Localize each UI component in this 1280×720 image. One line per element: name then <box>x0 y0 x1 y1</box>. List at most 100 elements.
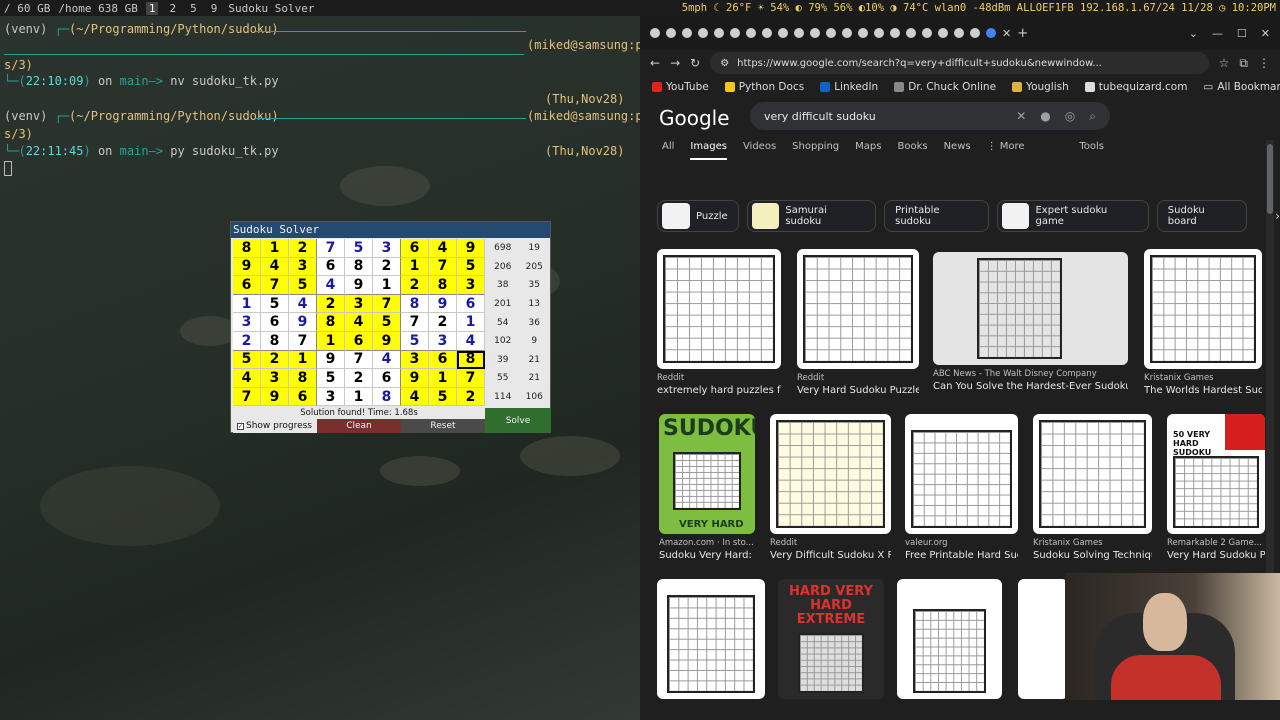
sudoku-cell[interactable]: 9 <box>373 331 401 351</box>
close-tab-icon[interactable]: ✕ <box>1002 27 1011 40</box>
result-caption[interactable]: Very Difficult Sudoku X P... <box>770 550 891 561</box>
bookmark-dr-chuck[interactable]: Dr. Chuck Online <box>894 81 996 93</box>
sudoku-cell[interactable]: 1 <box>233 294 261 314</box>
tab-icon[interactable] <box>794 28 804 38</box>
tab-search-icon[interactable]: ⌄ <box>1189 27 1198 40</box>
tab-images[interactable]: Images <box>690 141 727 160</box>
tab-icon[interactable] <box>762 28 772 38</box>
sudoku-cell[interactable]: 1 <box>345 387 373 407</box>
image-result[interactable]: Reddit Very Difficult Sudoku X P... <box>770 414 891 561</box>
image-result[interactable]: HARD VERY HARD EXTREME <box>778 579 884 699</box>
address-bar[interactable]: ⚙ https://www.google.com/search?q=very+d… <box>710 52 1209 74</box>
sudoku-cell[interactable]: 6 <box>429 350 457 370</box>
sudoku-cell[interactable]: 3 <box>233 313 261 332</box>
checkbox-check-icon[interactable]: ✓ <box>237 422 244 430</box>
sudoku-solver-window[interactable]: Sudoku Solver 81275364994368217567549128… <box>230 221 551 433</box>
minimize-icon[interactable]: — <box>1212 27 1223 40</box>
sudoku-cell[interactable]: 2 <box>429 313 457 332</box>
chip-puzzle[interactable]: Puzzle <box>657 200 739 232</box>
sudoku-cell[interactable]: 3 <box>401 350 429 370</box>
extensions-icon[interactable]: ⧉ <box>1239 56 1248 71</box>
bookmark-tubequizard[interactable]: tubequizard.com <box>1084 81 1187 93</box>
menu-icon[interactable]: ⋮ <box>1258 56 1270 70</box>
sudoku-cell[interactable]: 3 <box>261 369 289 388</box>
result-caption[interactable]: Can You Solve the Hardest-Ever Sudoku ..… <box>933 381 1128 392</box>
workspace-2[interactable]: 2 <box>166 2 179 15</box>
sudoku-cell[interactable]: 9 <box>345 276 373 295</box>
sudoku-cell[interactable]: 3 <box>289 257 317 277</box>
all-bookmarks[interactable]: ▭All Bookmarks <box>1203 81 1280 93</box>
sudoku-cell[interactable]: 2 <box>457 387 485 407</box>
sudoku-cell[interactable]: 6 <box>289 387 317 407</box>
image-result[interactable]: valeur.org Free Printable Hard Sud... <box>905 414 1018 561</box>
sudoku-cell[interactable]: 8 <box>429 276 457 295</box>
sudoku-cell[interactable]: 6 <box>345 331 373 351</box>
sudoku-cell[interactable]: 7 <box>457 369 485 388</box>
tab-maps[interactable]: Maps <box>855 141 881 160</box>
sudoku-cell[interactable]: 6 <box>457 294 485 314</box>
workspace-9[interactable]: 9 <box>208 2 221 15</box>
sudoku-cell[interactable]: 7 <box>233 387 261 407</box>
tab-all[interactable]: All <box>662 141 674 160</box>
tab-books[interactable]: Books <box>897 141 927 160</box>
sudoku-cell[interactable]: 4 <box>289 294 317 314</box>
clear-icon[interactable]: ✕ <box>1016 109 1026 124</box>
sudoku-cell[interactable]: 4 <box>317 276 345 295</box>
sudoku-cell[interactable]: 7 <box>261 276 289 295</box>
sudoku-cell[interactable]: 8 <box>317 313 345 332</box>
tab-more[interactable]: ⋮ More <box>987 141 1025 160</box>
sudoku-cell[interactable]: 8 <box>261 331 289 351</box>
sudoku-cell[interactable]: 6 <box>373 369 401 388</box>
tab-icon[interactable] <box>842 28 852 38</box>
back-icon[interactable]: ← <box>650 56 660 70</box>
reset-button[interactable]: Reset <box>401 419 485 433</box>
sudoku-cell[interactable]: 6 <box>401 239 429 258</box>
result-caption[interactable]: extremely hard puzzles fro... <box>657 385 781 396</box>
sudoku-cell[interactable]: 4 <box>401 387 429 407</box>
sudoku-cell[interactable]: 4 <box>457 331 485 351</box>
result-caption[interactable]: Sudoku Very Hard: S... <box>659 550 755 561</box>
sudoku-cell[interactable]: 5 <box>345 239 373 258</box>
result-caption[interactable]: Very Hard Sudoku Puzzle : ... <box>797 385 919 396</box>
tools-button[interactable]: Tools <box>1079 141 1104 152</box>
tab-icon[interactable] <box>906 28 916 38</box>
tab-icon[interactable] <box>970 28 980 38</box>
site-info-icon[interactable]: ⚙ <box>720 58 729 69</box>
tab-icon[interactable] <box>874 28 884 38</box>
workspace-5[interactable]: 5 <box>187 2 200 15</box>
tab-icon[interactable] <box>922 28 932 38</box>
tab-icon[interactable] <box>826 28 836 38</box>
sudoku-cell[interactable]: 5 <box>457 257 485 277</box>
sudoku-cell[interactable]: 5 <box>401 331 429 351</box>
image-result[interactable]: 50 VERY HARD SUDOKU Remarkable 2 Game...… <box>1167 414 1265 561</box>
image-result[interactable] <box>657 579 765 699</box>
image-result[interactable]: SUDOKU VERY HARD Amazon.com · In sto... … <box>659 414 755 561</box>
image-result[interactable]: Reddit extremely hard puzzles fro... <box>657 249 781 396</box>
sudoku-cell[interactable]: 3 <box>373 239 401 258</box>
chip-board[interactable]: Sudoku board <box>1156 200 1248 232</box>
sudoku-cell[interactable]: 8 <box>373 387 401 407</box>
sudoku-cell[interactable]: 2 <box>289 239 317 258</box>
sudoku-cell[interactable]: 4 <box>261 257 289 277</box>
sudoku-cell[interactable]: 6 <box>233 276 261 295</box>
sudoku-cell[interactable]: 4 <box>373 350 401 370</box>
tab-icon-active[interactable] <box>986 28 996 38</box>
result-caption[interactable]: Free Printable Hard Sud... <box>905 550 1018 561</box>
image-result[interactable]: Reddit Very Hard Sudoku Puzzle : ... <box>797 249 919 396</box>
chip-expert-game[interactable]: Expert sudoku game <box>996 200 1149 232</box>
sudoku-cell[interactable]: 5 <box>233 350 261 370</box>
mic-icon[interactable]: ● <box>1040 109 1050 124</box>
tab-shopping[interactable]: Shopping <box>792 141 839 160</box>
sudoku-cell[interactable]: 5 <box>289 276 317 295</box>
sudoku-cell[interactable]: 8 <box>345 257 373 277</box>
sudoku-cell[interactable]: 2 <box>261 350 289 370</box>
sudoku-cell[interactable]: 9 <box>401 369 429 388</box>
sudoku-cell[interactable]: 9 <box>233 257 261 277</box>
result-caption[interactable]: The Worlds Hardest Sudo... <box>1144 385 1262 396</box>
tab-icon[interactable] <box>746 28 756 38</box>
close-window-icon[interactable]: ✕ <box>1261 27 1270 40</box>
sudoku-cell[interactable]: 1 <box>317 331 345 351</box>
bookmark-star-icon[interactable]: ☆ <box>1219 56 1230 70</box>
sudoku-cell[interactable]: 9 <box>457 239 485 258</box>
image-result[interactable]: ABC News - The Walt Disney Company Can Y… <box>933 252 1128 392</box>
